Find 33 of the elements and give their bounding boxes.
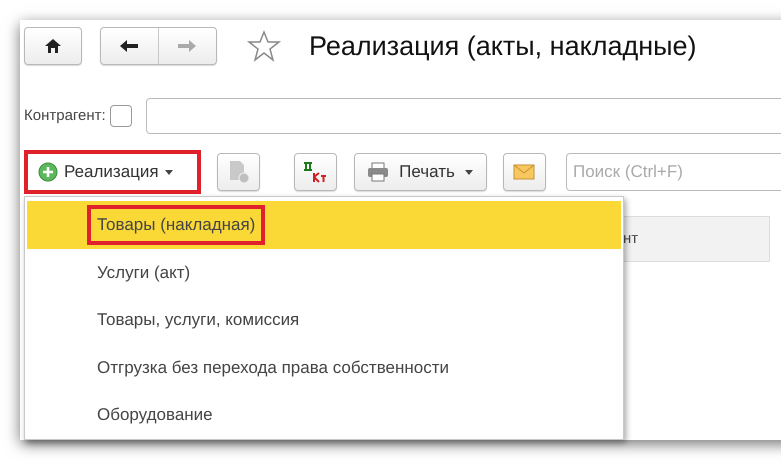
home-icon	[44, 38, 62, 54]
filter-label: Контрагент:	[24, 106, 106, 126]
menu-item[interactable]: Оборудование	[27, 391, 621, 439]
copy-document-button[interactable]	[217, 153, 260, 191]
envelope-icon	[513, 164, 536, 180]
menu-item-label: Товары (накладная)	[87, 205, 266, 245]
create-dropdown-button[interactable]: Реализация	[24, 150, 202, 194]
star-icon[interactable]	[247, 30, 281, 62]
menu-item[interactable]: Отгрузка без перехода права собственности	[27, 344, 621, 392]
column-header[interactable]: нт	[623, 228, 638, 250]
menu-item-label: Отгрузка без перехода права собственности	[96, 356, 450, 379]
home-button[interactable]	[24, 27, 82, 65]
document-plus-icon	[228, 160, 250, 184]
filter-checkbox[interactable]	[110, 105, 132, 127]
debit-credit-icon	[302, 160, 328, 184]
print-button[interactable]: Печать	[354, 153, 486, 191]
printer-icon	[367, 162, 390, 182]
plus-circle-icon	[38, 162, 58, 182]
forward-arrow-icon	[177, 39, 198, 53]
caret-icon	[164, 170, 173, 174]
search-field[interactable]: Поиск (Ctrl+F)	[566, 153, 781, 191]
menu-item-label: Оборудование	[96, 404, 214, 426]
menu-item[interactable]: Товары, услуги, комиссия	[27, 296, 621, 344]
menu-item[interactable]: Услуги (акт)	[27, 248, 621, 296]
menu-item-label: Услуги (акт)	[96, 262, 192, 284]
debit-credit-button[interactable]	[294, 153, 337, 191]
counterparty-field[interactable]	[146, 98, 781, 134]
window-title: Реализация (акты, накладные)	[309, 30, 697, 63]
email-button[interactable]	[502, 153, 546, 191]
menu-item-label: Товары, услуги, комиссия	[96, 309, 300, 332]
caret-icon	[464, 170, 473, 174]
back-arrow-icon	[119, 39, 140, 53]
menu-item[interactable]: Товары (накладная)	[27, 201, 621, 249]
